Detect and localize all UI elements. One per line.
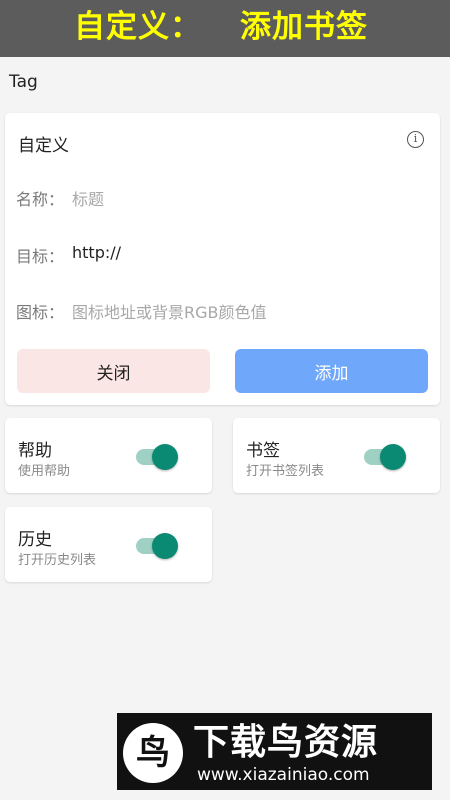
name-input[interactable]: 标题: [72, 186, 104, 210]
bookmark-title: 书签: [246, 441, 280, 461]
target-field[interactable]: 目标： http://: [16, 243, 121, 267]
add-button[interactable]: 添加: [235, 349, 428, 393]
tag-label: Tag: [9, 72, 38, 92]
target-label: 目标：: [16, 247, 65, 266]
switch-knob: [152, 533, 178, 559]
history-subtitle: 打开历史列表: [18, 553, 97, 568]
banner-title-left: 自定义：: [74, 9, 202, 45]
name-field[interactable]: 名称： 标题: [16, 186, 104, 210]
icon-label: 图标：: [16, 303, 65, 322]
target-input[interactable]: http://: [72, 243, 121, 267]
bookmark-toggle-card[interactable]: 书签 打开书签列表: [233, 418, 440, 493]
switch-knob: [152, 444, 178, 470]
switch-knob: [380, 444, 406, 470]
close-button[interactable]: 关闭: [17, 349, 210, 393]
bookmark-subtitle: 打开书签列表: [246, 464, 325, 479]
banner-title-right: 添加书签: [240, 9, 368, 45]
help-toggle-card[interactable]: 帮助 使用帮助: [5, 418, 212, 493]
info-icon[interactable]: i: [407, 131, 424, 148]
history-switch[interactable]: [136, 533, 178, 559]
top-banner: 自定义： 添加书签: [0, 0, 450, 57]
help-subtitle: 使用帮助: [18, 464, 71, 479]
icon-input[interactable]: 图标地址或背景RGB颜色值: [72, 299, 267, 323]
bookmark-switch[interactable]: [364, 444, 406, 470]
icon-field[interactable]: 图标： 图标地址或背景RGB颜色值: [16, 299, 267, 323]
logo-url: www.xiazainiao.com: [197, 765, 370, 785]
name-label: 名称：: [16, 190, 65, 209]
logo-name: 下载鸟资源: [193, 722, 379, 763]
bird-icon: 鸟: [136, 733, 170, 773]
history-title: 历史: [18, 530, 52, 550]
help-switch[interactable]: [136, 444, 178, 470]
history-toggle-card[interactable]: 历史 打开历史列表: [5, 507, 212, 582]
custom-bookmark-card: 自定义 i 名称： 标题 目标： http:// 图标： 图标地址或背景RGB颜…: [5, 113, 440, 405]
watermark-logo: 鸟 下载鸟资源 www.xiazainiao.com: [117, 713, 432, 790]
help-title: 帮助: [18, 441, 52, 461]
card-title: 自定义: [18, 136, 69, 156]
